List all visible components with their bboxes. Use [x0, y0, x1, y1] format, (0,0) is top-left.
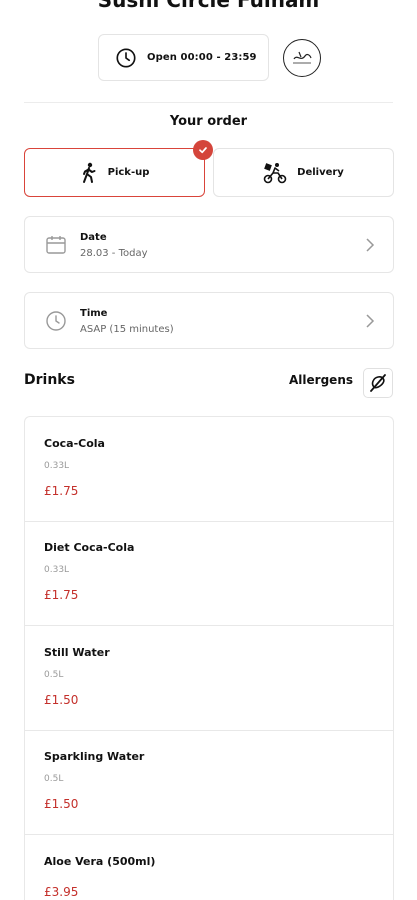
item-name: Aloe Vera (500ml) [44, 855, 156, 868]
time-value: ASAP (15 minutes) [80, 324, 174, 335]
delivery-option[interactable]: Delivery [213, 148, 394, 197]
pickup-option[interactable]: Pick-up [24, 140, 213, 197]
list-item[interactable]: Coca-Cola 0.33L £1.75 [25, 417, 393, 522]
item-size: 0.5L [44, 774, 64, 784]
time-label: Time [80, 308, 108, 319]
item-name: Still Water [44, 646, 110, 659]
list-item[interactable]: Still Water 0.5L £1.50 [25, 626, 393, 731]
calendar-icon [46, 236, 66, 254]
delivery-label: Delivery [297, 167, 344, 178]
item-price: £1.75 [44, 484, 79, 498]
menu-list: Coca-Cola 0.33L £1.75 Diet Coca-Cola 0.3… [24, 416, 394, 900]
allergen-filter-icon [370, 374, 386, 392]
item-name: Coca-Cola [44, 437, 105, 450]
list-item[interactable]: Aloe Vera (500ml) £3.95 [25, 835, 393, 900]
item-name: Diet Coca-Cola [44, 541, 135, 554]
section-title: Drinks [24, 372, 75, 388]
opening-hours-pill[interactable]: Open 00:00 - 23:59 [98, 34, 269, 81]
your-order-heading: Your order [169, 114, 248, 129]
item-name: Sparkling Water [44, 750, 145, 763]
clock-icon [46, 311, 66, 331]
opening-hours-text: Open 00:00 - 23:59 [147, 52, 257, 63]
pickup-label: Pick-up [107, 167, 150, 178]
date-label: Date [80, 232, 107, 243]
item-size: 0.33L [44, 461, 70, 471]
header-divider [24, 102, 393, 103]
list-item[interactable]: Sparkling Water 0.5L £1.50 [25, 730, 393, 835]
item-price: £1.50 [44, 797, 79, 811]
delivery-bike-icon [263, 162, 287, 183]
chevron-right-icon [366, 314, 375, 328]
item-price: £3.95 [44, 885, 79, 899]
hours-row: Open 00:00 - 23:59 [0, 34, 417, 82]
restaurant-title: Sushi Circle Fulham [97, 0, 320, 12]
allergens-label[interactable]: Allergens [289, 373, 353, 387]
time-selector[interactable]: Time ASAP (15 minutes) [24, 292, 394, 349]
date-selector[interactable]: Date 28.03 - Today [24, 216, 394, 273]
walking-icon [82, 162, 96, 183]
item-price: £1.75 [44, 588, 79, 602]
item-size: 0.5L [44, 670, 64, 680]
date-value: 28.03 - Today [80, 248, 148, 259]
chevron-right-icon [366, 238, 375, 252]
menu-section-header: Drinks Allergens [24, 368, 393, 398]
clock-icon [116, 47, 136, 68]
list-item[interactable]: Diet Coca-Cola 0.33L £1.75 [25, 521, 393, 626]
item-size: 0.33L [44, 565, 70, 575]
logo-icon [283, 39, 321, 77]
check-icon [193, 140, 213, 160]
item-price: £1.50 [44, 693, 79, 707]
allergen-filter-button[interactable] [363, 368, 393, 398]
